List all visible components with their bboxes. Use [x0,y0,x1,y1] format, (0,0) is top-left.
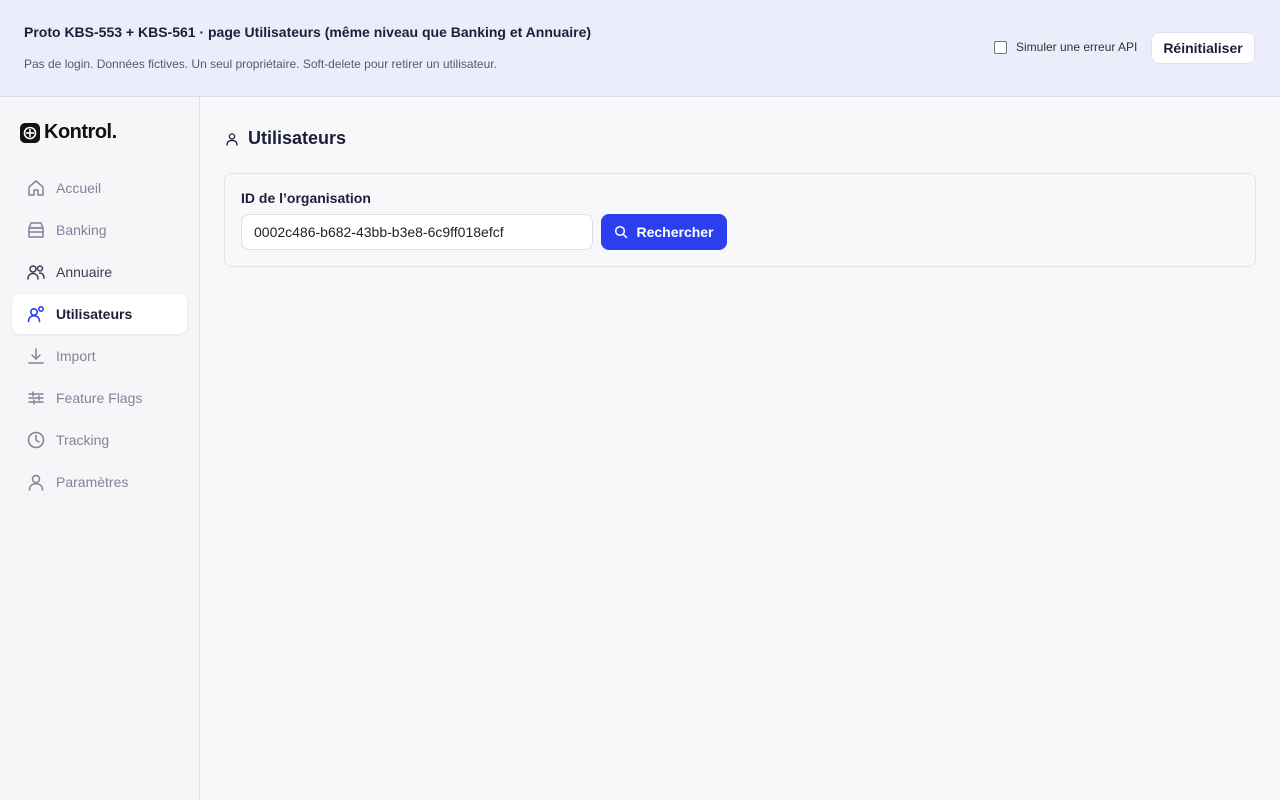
simulate-error-checkbox[interactable] [994,40,1007,54]
search-button-label: Rechercher [636,224,714,240]
user-icon [224,131,240,147]
user-accounts-icon [24,302,48,326]
org-id-input[interactable] [241,214,593,250]
sidebar-item-label: Tracking [56,432,110,448]
search-icon [614,225,628,239]
home-icon [24,176,48,200]
sidebar-item-feature-flags[interactable]: Feature Flags [12,378,187,418]
sliders-icon [24,386,48,410]
banner-subtitle: Pas de login. Données fictives. Un seul … [24,57,497,71]
simulate-error-toggle[interactable]: Simuler une erreur API [994,40,1137,54]
logo[interactable]: Kontrol. [20,121,117,144]
clock-icon [24,428,48,452]
logo-text: Kontrol. [44,121,117,143]
logo-mark-icon [20,122,40,143]
user-icon [24,470,48,494]
org-id-label: ID de l’organisation [241,190,371,206]
sidebar: Kontrol. Accueil Banking Annuaire Utilis… [0,97,200,800]
users-icon [24,260,48,284]
sidebar-item-label: Annuaire [56,264,113,280]
sidebar-item-tracking[interactable]: Tracking [12,420,187,460]
sidebar-item-label: Utilisateurs [56,306,133,322]
sidebar-item-parametres[interactable]: Paramètres [12,462,187,502]
page-title: Utilisateurs [248,128,347,148]
simulate-error-label: Simuler une erreur API [1016,40,1138,54]
banner-title: Proto KBS-553 + KBS-561 · page Utilisate… [24,24,592,40]
sidebar-item-banking[interactable]: Banking [12,210,187,250]
proto-banner: Proto KBS-553 + KBS-561 · page Utilisate… [0,0,1280,97]
sidebar-item-label: Paramètres [56,474,129,490]
reset-button[interactable]: Réinitialiser [1151,32,1255,64]
sidebar-item-utilisateurs[interactable]: Utilisateurs [12,294,187,334]
org-search-card: ID de l’organisation Rechercher [224,173,1256,267]
sidebar-item-label: Banking [56,222,107,238]
download-icon [24,344,48,368]
bank-icon [24,218,48,242]
sidebar-item-label: Import [56,348,96,364]
page-header: Utilisateurs [224,128,346,149]
sidebar-item-annuaire[interactable]: Annuaire [12,252,187,292]
sidebar-item-label: Feature Flags [56,390,143,406]
sidebar-item-accueil[interactable]: Accueil [12,168,187,208]
search-button[interactable]: Rechercher [601,214,727,250]
sidebar-item-import[interactable]: Import [12,336,187,376]
sidebar-item-label: Accueil [56,180,102,196]
